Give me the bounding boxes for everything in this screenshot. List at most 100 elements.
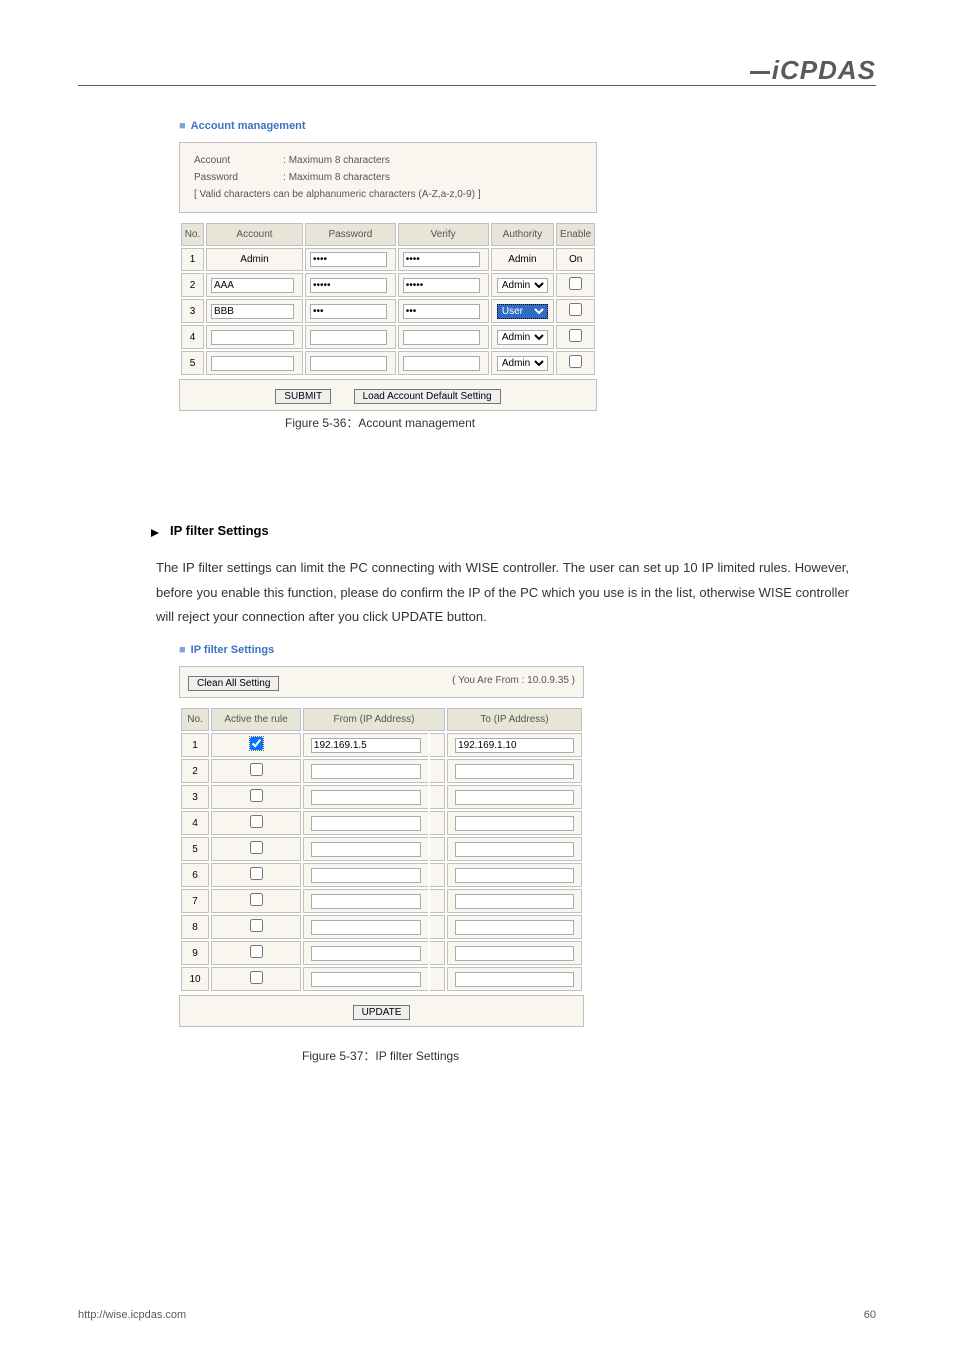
verify-input[interactable] — [403, 356, 480, 371]
account-row: 3AdminUser — [181, 299, 595, 323]
from-ip-input[interactable] — [311, 764, 421, 779]
row-enable: On — [556, 248, 595, 271]
ip-row-no: 9 — [181, 941, 209, 965]
password-input[interactable] — [310, 304, 387, 319]
from-ip-input[interactable] — [311, 842, 421, 857]
account-button-row: SUBMIT Load Account Default Setting — [179, 379, 597, 411]
clean-all-button[interactable]: Clean All Setting — [188, 676, 279, 691]
verify-input[interactable] — [403, 330, 480, 345]
verify-input[interactable] — [403, 304, 480, 319]
authority-select[interactable]: AdminUser — [497, 356, 548, 371]
from-ip-input[interactable] — [311, 894, 421, 909]
row-verify — [398, 325, 489, 349]
ip-filter-panel: ■IP filter Settings Clean All Setting ( … — [179, 642, 584, 1027]
ip-row-from — [303, 733, 428, 757]
to-ip-input[interactable] — [455, 946, 574, 961]
row-verify — [398, 299, 489, 323]
row-authority: Admin — [491, 248, 555, 271]
ip-row-gap — [430, 915, 445, 939]
to-ip-input[interactable] — [455, 920, 574, 935]
ip-row-to — [447, 889, 582, 913]
ip-row-no: 2 — [181, 759, 209, 783]
submit-button[interactable]: SUBMIT — [275, 389, 331, 404]
ip-row-no: 1 — [181, 733, 209, 757]
ip-row-no: 4 — [181, 811, 209, 835]
ip-row: 1 — [181, 733, 582, 757]
row-enable — [556, 273, 595, 297]
row-authority: AdminUser — [491, 273, 555, 297]
authority-select[interactable]: AdminUser — [497, 304, 548, 319]
active-checkbox[interactable] — [250, 763, 263, 776]
col-password: Password — [305, 223, 396, 246]
verify-input[interactable] — [403, 252, 480, 267]
row-no: 4 — [181, 325, 204, 349]
password-input[interactable] — [310, 278, 387, 293]
ip-row-no: 6 — [181, 863, 209, 887]
to-ip-input[interactable] — [455, 790, 574, 805]
to-ip-input[interactable] — [455, 738, 574, 753]
logo-text: iCPDAS — [772, 55, 876, 85]
to-ip-input[interactable] — [455, 972, 574, 987]
active-checkbox[interactable] — [250, 841, 263, 854]
info-password-line: : Maximum 8 characters — [281, 170, 482, 185]
to-ip-input[interactable] — [455, 816, 574, 831]
to-ip-input[interactable] — [455, 868, 574, 883]
ip-col-to: To (IP Address) — [447, 708, 582, 731]
from-ip-input[interactable] — [311, 920, 421, 935]
enable-checkbox[interactable] — [569, 355, 582, 368]
ip-row: 3 — [181, 785, 582, 809]
ip-row-active — [211, 915, 301, 939]
row-password — [305, 325, 396, 349]
from-ip-input[interactable] — [311, 738, 421, 753]
from-ip-input[interactable] — [311, 868, 421, 883]
account-management-panel: ■Account management Account : Maximum 8 … — [179, 118, 597, 411]
from-ip-input[interactable] — [311, 946, 421, 961]
row-enable — [556, 325, 595, 349]
account-input[interactable] — [211, 356, 294, 371]
row-no: 1 — [181, 248, 204, 271]
active-checkbox[interactable] — [250, 815, 263, 828]
to-ip-input[interactable] — [455, 842, 574, 857]
account-input[interactable] — [211, 330, 294, 345]
password-input[interactable] — [310, 252, 387, 267]
ip-row: 10 — [181, 967, 582, 991]
ip-row-to — [447, 915, 582, 939]
update-button[interactable]: UPDATE — [353, 1005, 411, 1020]
password-input[interactable] — [310, 356, 387, 371]
ip-row-gap — [430, 941, 445, 965]
enable-checkbox[interactable] — [569, 277, 582, 290]
verify-input[interactable] — [403, 278, 480, 293]
active-checkbox[interactable] — [250, 737, 263, 750]
ip-row-from — [303, 941, 428, 965]
active-checkbox[interactable] — [250, 971, 263, 984]
ip-row-gap — [430, 811, 445, 835]
col-verify: Verify — [398, 223, 489, 246]
authority-select[interactable]: AdminUser — [497, 278, 548, 293]
ip-row: 4 — [181, 811, 582, 835]
active-checkbox[interactable] — [250, 893, 263, 906]
row-authority: AdminUser — [491, 299, 555, 323]
active-checkbox[interactable] — [250, 945, 263, 958]
from-ip-input[interactable] — [311, 972, 421, 987]
ip-row-gap — [430, 967, 445, 991]
password-input[interactable] — [310, 330, 387, 345]
account-input[interactable] — [211, 278, 294, 293]
authority-select[interactable]: AdminUser — [497, 330, 548, 345]
chevron-right-icon — [150, 525, 160, 541]
enable-checkbox[interactable] — [569, 303, 582, 316]
from-ip-input[interactable] — [311, 790, 421, 805]
ip-row-gap — [430, 863, 445, 887]
to-ip-input[interactable] — [455, 764, 574, 779]
active-checkbox[interactable] — [250, 867, 263, 880]
from-ip-input[interactable] — [311, 816, 421, 831]
ip-row-from — [303, 811, 428, 835]
row-authority: AdminUser — [491, 325, 555, 349]
account-input[interactable] — [211, 304, 294, 319]
to-ip-input[interactable] — [455, 894, 574, 909]
load-default-button[interactable]: Load Account Default Setting — [354, 389, 501, 404]
account-heading-text: Account management — [191, 120, 306, 132]
footer-url: http://wise.icpdas.com — [78, 1309, 186, 1321]
active-checkbox[interactable] — [250, 789, 263, 802]
active-checkbox[interactable] — [250, 919, 263, 932]
enable-checkbox[interactable] — [569, 329, 582, 342]
